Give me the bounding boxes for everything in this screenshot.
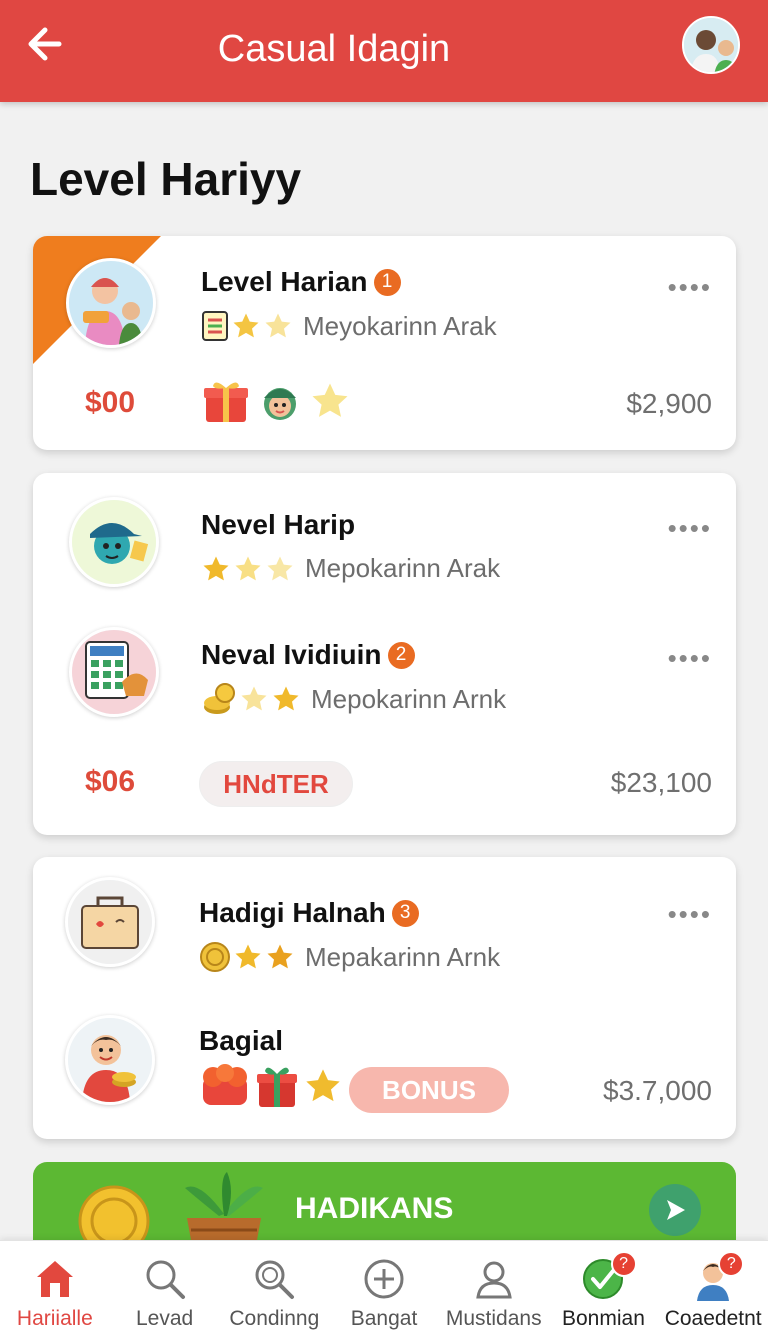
user-avatar[interactable] <box>682 16 740 74</box>
more-options-button[interactable]: •••• <box>668 272 712 303</box>
more-options-button[interactable]: •••• <box>668 899 712 930</box>
calculator-food-icon <box>72 630 156 714</box>
page-title: Level Hariyy <box>30 153 302 205</box>
star-icon <box>265 313 291 338</box>
star-icon <box>235 944 261 969</box>
star-icon <box>273 686 299 711</box>
gift-icon <box>257 1067 297 1107</box>
more-options-button[interactable]: •••• <box>668 513 712 544</box>
boy-coins-icon <box>68 1018 152 1102</box>
level-card-1[interactable]: Level Harian 1 •••• Meyokarinn Arak $00 <box>33 236 736 450</box>
number-badge: 1 <box>373 268 401 296</box>
star-icon <box>267 556 293 580</box>
status-tag[interactable]: HNdTER <box>199 761 353 807</box>
item-title: Neval Ividiuin 2 <box>201 639 415 671</box>
plus-circle-icon <box>364 1259 404 1299</box>
star-icon <box>306 1069 340 1102</box>
coin-icon <box>200 942 230 972</box>
star-icon <box>267 944 293 969</box>
level-card-3[interactable]: Hadigi Halnah 3 •••• Mepakarinn Arnk Bag… <box>33 857 736 1139</box>
item-title: Hadigi Halnah 3 <box>199 897 419 929</box>
nav-item-coaedetnt[interactable]: ? Coaedetnt <box>658 1241 768 1344</box>
boy-coins-avatar <box>65 1015 155 1105</box>
mother-child-icon <box>69 261 153 345</box>
app-title: Casual Idagin <box>217 28 451 70</box>
banner-title: HADIKANS <box>295 1192 454 1225</box>
user-icon <box>476 1261 512 1299</box>
nav-item-home[interactable]: Hariialle <box>0 1241 110 1344</box>
card-total-value: $2,900 <box>626 388 712 419</box>
reward-icons <box>199 1063 343 1109</box>
nav-item-bangat[interactable]: Bangat <box>329 1241 439 1344</box>
search-icon <box>146 1260 185 1299</box>
star-icon <box>203 556 229 580</box>
nav-item-mustidans[interactable]: Mustidans <box>439 1241 549 1344</box>
card-reward-value: $00 <box>85 386 136 419</box>
calculator-food-avatar <box>69 627 159 717</box>
search-icon <box>255 1260 295 1299</box>
item-title: Bagial <box>199 1025 284 1056</box>
bottom-navigation: Hariialle Levad Condinng Bangat Mustidan… <box>0 1240 768 1344</box>
mother-child-avatar <box>66 258 156 348</box>
suitcase-avatar <box>65 877 155 967</box>
notification-badge: ? <box>610 1251 637 1277</box>
item-title: Level Harian 1 <box>201 266 401 298</box>
number-badge: 2 <box>387 641 415 669</box>
app-header: Casual Idagin <box>0 0 768 102</box>
gift-icon <box>204 382 248 422</box>
card-total-value: $3.7,000 <box>603 1075 712 1106</box>
star-icon <box>241 686 267 711</box>
item-subtitle-row: Mepokarinn Arak <box>201 553 500 584</box>
card-reward-value: $06 <box>85 765 136 798</box>
mascot-icon <box>264 388 296 420</box>
item-title: Nevel Harip <box>201 509 356 540</box>
star-icon <box>235 556 261 580</box>
list-icon <box>202 311 228 341</box>
item-subtitle-row: Meyokarinn Arak <box>201 310 497 342</box>
notification-badge: ? <box>718 1251 745 1277</box>
reward-icons <box>201 376 351 426</box>
gift-box-icon <box>203 1064 247 1105</box>
play-icon <box>667 1200 685 1220</box>
level-card-2[interactable]: Nevel Harip •••• Mepokarinn Arak Neval I… <box>33 473 736 835</box>
home-icon <box>36 1261 73 1297</box>
number-badge: 3 <box>391 899 419 927</box>
nav-item-level[interactable]: Levad <box>110 1241 220 1344</box>
cap-kid-icon <box>72 500 156 584</box>
bonus-button[interactable]: BONUS <box>349 1067 509 1113</box>
star-icon <box>312 383 348 417</box>
suitcase-icon <box>68 880 152 964</box>
star-icon <box>233 313 259 338</box>
banner-play-button[interactable] <box>649 1184 701 1236</box>
card-total-value: $23,100 <box>610 767 712 798</box>
nav-item-condinng[interactable]: Condinng <box>219 1241 329 1344</box>
nav-item-bonmian[interactable]: ? Bonmian <box>549 1241 659 1344</box>
item-subtitle-row: Mepakarinn Arnk <box>199 941 500 973</box>
coins-icon <box>204 683 235 714</box>
more-options-button[interactable]: •••• <box>668 643 712 674</box>
cap-kid-avatar <box>69 497 159 587</box>
item-subtitle-row: Mepokarinn Arnk <box>201 681 506 717</box>
